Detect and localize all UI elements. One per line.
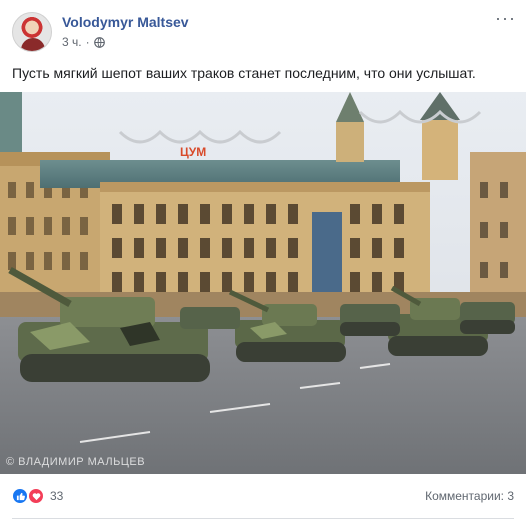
post-header: Volodymyr Maltsev 3 ч. · ···	[0, 0, 526, 56]
post-photo[interactable]: ЦУМ © ВЛАДИМИР МАЛЬЦЕВ	[0, 92, 526, 474]
comments-count-link[interactable]: Комментарии: 3	[425, 489, 514, 503]
author-name[interactable]: Volodymyr Maltsev	[62, 14, 189, 30]
post-text: Пусть мягкий шепот ваших траков станет п…	[12, 65, 476, 81]
photo-sign: ЦУМ	[180, 145, 206, 159]
love-reaction-icon	[28, 488, 44, 504]
globe-icon[interactable]	[93, 36, 105, 48]
meta-separator: ·	[85, 35, 90, 49]
reaction-count: 33	[50, 489, 64, 503]
photo-watermark: © ВЛАДИМИР МАЛЬЦЕВ	[6, 456, 146, 468]
like-reaction-icon	[12, 488, 28, 504]
more-options-icon[interactable]: ···	[495, 9, 516, 27]
footer-divider	[12, 518, 514, 519]
post-meta: 3 ч. ·	[62, 35, 105, 49]
reactions-summary[interactable]: 33	[12, 488, 63, 504]
avatar[interactable]	[12, 12, 52, 52]
post-time[interactable]: 3 ч.	[62, 35, 82, 49]
post-footer: 33 Комментарии: 3	[0, 474, 526, 518]
